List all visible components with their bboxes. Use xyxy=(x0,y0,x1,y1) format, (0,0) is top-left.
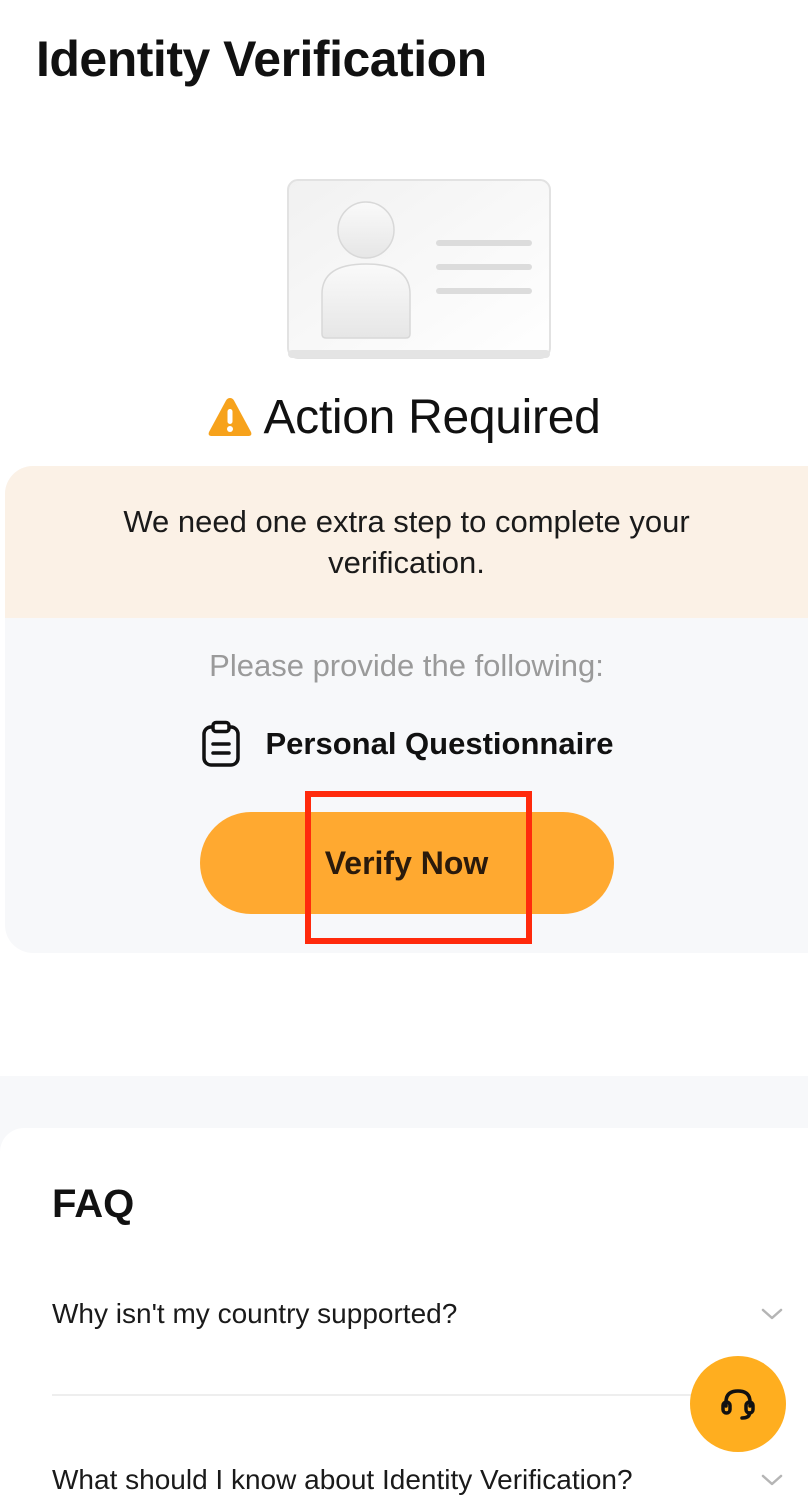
chevron-down-icon xyxy=(761,1474,783,1486)
notice-banner: We need one extra step to complete your … xyxy=(5,466,808,618)
warning-icon xyxy=(209,398,252,436)
status-row: Action Required xyxy=(0,386,808,448)
support-chat-button[interactable] xyxy=(690,1356,786,1452)
requirement-item: Personal Questionnaire xyxy=(5,720,808,768)
faq-item-country-support[interactable]: Why isn't my country supported? xyxy=(52,1284,790,1344)
faq-section: FAQ Why isn't my country supported? What… xyxy=(0,1128,808,1508)
notice-message: We need one extra step to complete your … xyxy=(123,504,690,580)
faq-item-identity-verification[interactable]: What should I know about Identity Verifi… xyxy=(52,1450,790,1508)
requirements-heading: Please provide the following: xyxy=(209,648,604,683)
chevron-down-icon xyxy=(761,1308,783,1320)
faq-question: What should I know about Identity Verifi… xyxy=(52,1464,633,1495)
identity-verification-screen: Identity Verification Action Required We… xyxy=(0,0,808,1508)
requirements-section: Please provide the following: Personal Q… xyxy=(5,618,808,914)
faq-divider xyxy=(52,1394,752,1396)
id-card-icon xyxy=(287,179,551,359)
clipboard-icon xyxy=(201,720,240,767)
faq-title: FAQ xyxy=(52,1182,135,1226)
faq-question: Why isn't my country supported? xyxy=(52,1298,458,1329)
headset-icon xyxy=(721,1389,755,1420)
page-title: Identity Verification xyxy=(36,31,487,87)
notice-card: We need one extra step to complete your … xyxy=(5,466,808,953)
status-title: Action Required xyxy=(263,390,601,444)
verify-now-button[interactable]: Verify Now xyxy=(199,812,614,914)
requirement-label: Personal Questionnaire xyxy=(265,726,614,761)
